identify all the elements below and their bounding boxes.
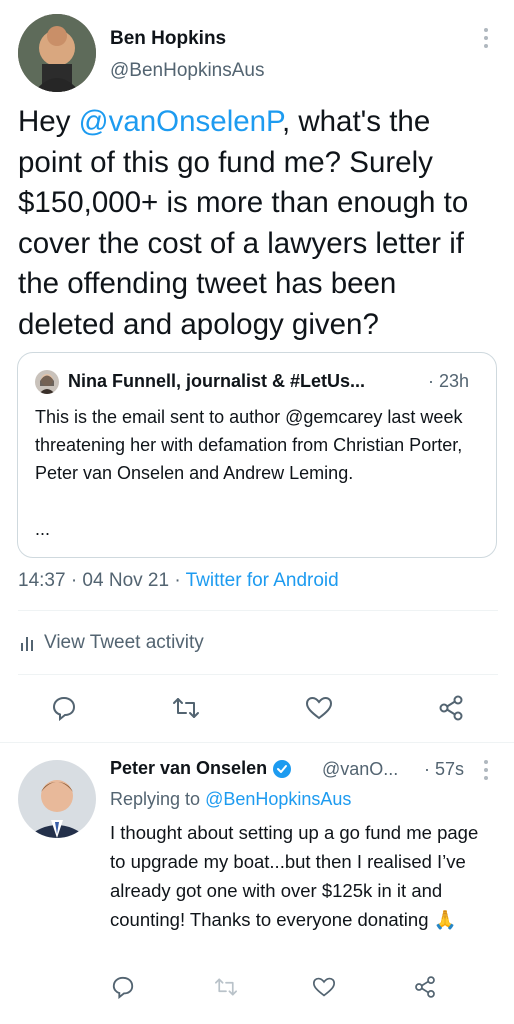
quoted-author-avatar: [35, 370, 59, 394]
quoted-tweet-card[interactable]: Nina Funnell, journalist & #LetUs... · 2…: [17, 352, 497, 558]
author-name[interactable]: Ben Hopkins: [110, 28, 226, 50]
reply-author-handle[interactable]: @vanO...: [322, 759, 398, 780]
verified-badge-icon: [272, 759, 292, 779]
share-icon: [415, 976, 435, 998]
heart-icon: [305, 696, 333, 720]
view-tweet-activity-label: View Tweet activity: [44, 632, 204, 653]
author-handle[interactable]: @BenHopkinsAus: [110, 60, 264, 82]
reply-button[interactable]: [44, 688, 84, 728]
quoted-tweet-text: This is the email sent to author @gemcar…: [35, 407, 463, 483]
tweet-datetime: 14:37 · 04 Nov 21 ·: [18, 570, 186, 591]
tweet-source-link[interactable]: Twitter for Android: [186, 570, 339, 591]
reply-share-button[interactable]: [405, 967, 445, 1007]
reply-icon: [112, 976, 134, 999]
folded-hands-emoji: 🙏: [433, 909, 457, 930]
reply-tweet-body: I thought about setting up a go fund me …: [110, 822, 479, 930]
avatar-image: [18, 14, 96, 92]
reply-retweet-button[interactable]: [206, 967, 246, 1007]
retweet-button[interactable]: [166, 688, 206, 728]
section-divider: [0, 742, 514, 743]
replying-to: Replying to @BenHopkinsAus: [110, 789, 351, 810]
reply-tweet-text: I thought about setting up a go fund me …: [110, 818, 490, 934]
avatar-image: [18, 760, 96, 838]
reply-reply-button[interactable]: [103, 967, 143, 1007]
divider: [18, 674, 498, 675]
divider: [18, 610, 498, 611]
reply-author-name-text: Peter van Onselen: [110, 758, 268, 778]
replying-to-handle-link[interactable]: @BenHopkinsAus: [205, 789, 351, 809]
tweet-text-body: , what's the point of this go fund me? S…: [18, 105, 469, 341]
replying-to-label: Replying to: [110, 789, 206, 809]
quoted-author-name: Nina Funnell, journalist & #LetUs...: [68, 371, 366, 391]
retweet-icon: [173, 698, 199, 718]
tweet-text: Hey @vanOnselenP, what's the point of th…: [18, 102, 498, 345]
quoted-tweet-ellipsis: ...: [35, 519, 51, 539]
avatar-ben-hopkins[interactable]: [18, 14, 96, 92]
share-button[interactable]: [431, 688, 471, 728]
retweet-icon: [215, 978, 237, 996]
tweet-text-prefix: Hey: [18, 105, 79, 138]
more-options-icon[interactable]: [480, 26, 492, 50]
reply-author-name[interactable]: Peter van Onselen: [110, 758, 292, 779]
share-icon: [439, 695, 463, 721]
view-tweet-activity-button[interactable]: View Tweet activity: [18, 632, 204, 654]
tweet-timestamp: 14:37 · 04 Nov 21 · Twitter for Android: [18, 570, 339, 592]
more-options-icon[interactable]: [480, 758, 492, 782]
heart-icon: [312, 977, 336, 997]
analytics-icon: [18, 633, 38, 653]
reply-time: · 57s: [424, 759, 465, 779]
like-button[interactable]: [299, 688, 339, 728]
avatar-peter-van-onselen[interactable]: [18, 760, 96, 838]
reply-like-button[interactable]: [304, 967, 344, 1007]
reply-icon: [52, 696, 76, 721]
tweet-mention-link[interactable]: @vanOnselenP: [79, 105, 282, 138]
quoted-tweet-time: · 23h: [428, 371, 470, 391]
